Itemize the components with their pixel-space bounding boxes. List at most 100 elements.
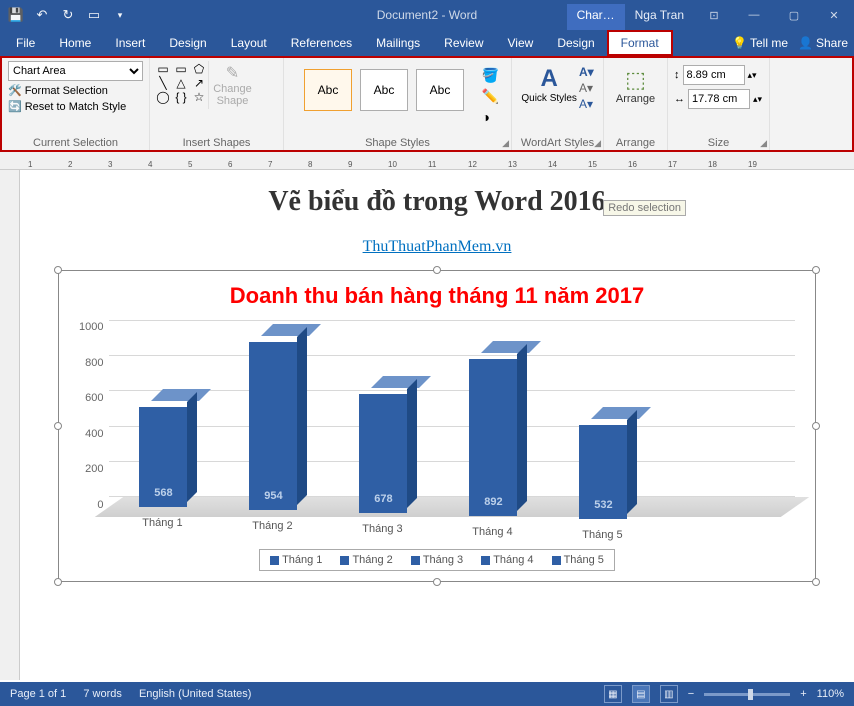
format-selection-icon: 🛠️ bbox=[8, 84, 22, 97]
tab-review[interactable]: Review bbox=[432, 30, 495, 56]
x-category-label: Tháng 2 bbox=[237, 520, 307, 532]
chart-element-selector[interactable]: Chart Area bbox=[8, 61, 143, 81]
chart-plot-area[interactable]: 02004006008001000 568Tháng 1954Tháng 267… bbox=[79, 321, 795, 531]
chart-title[interactable]: Doanh thu bán hàng tháng 11 năm 2017 bbox=[79, 283, 795, 309]
resize-handle[interactable] bbox=[54, 266, 62, 274]
change-shape-button: ✎ Change Shape bbox=[208, 61, 256, 109]
group-size: ↕▴▾ ↔▴▾ Size ◢ bbox=[668, 58, 770, 150]
read-mode-icon[interactable]: ▦ bbox=[604, 685, 622, 703]
touch-mode-icon[interactable]: ▭ bbox=[86, 7, 102, 23]
tab-mailings[interactable]: Mailings bbox=[364, 30, 432, 56]
group-wordart-styles: A Quick Styles A▾ A▾ A▾ WordArt Styles ◢ bbox=[512, 58, 604, 150]
resize-handle[interactable] bbox=[433, 578, 441, 586]
size-launcher-icon[interactable]: ◢ bbox=[760, 138, 767, 149]
language-indicator[interactable]: English (United States) bbox=[139, 688, 252, 700]
wordart-launcher-icon[interactable]: ◢ bbox=[594, 138, 601, 149]
format-selection-button[interactable]: 🛠️Format Selection bbox=[8, 84, 143, 97]
share-button[interactable]: 👤Share bbox=[798, 36, 848, 50]
undo-icon[interactable]: ↶ bbox=[34, 7, 50, 23]
group-label-size: Size bbox=[674, 135, 763, 150]
x-category-label: Tháng 5 bbox=[567, 529, 637, 541]
text-fill-icon[interactable]: A▾ bbox=[579, 65, 594, 79]
tab-references[interactable]: References bbox=[279, 30, 364, 56]
status-bar: Page 1 of 1 7 words English (United Stat… bbox=[0, 682, 854, 706]
page-indicator[interactable]: Page 1 of 1 bbox=[10, 688, 66, 700]
shape-effects-icon[interactable]: ◑ bbox=[482, 109, 499, 125]
save-icon[interactable]: 💾 bbox=[8, 7, 24, 23]
tab-home[interactable]: Home bbox=[47, 30, 103, 56]
shape-style-1[interactable]: Abc bbox=[304, 69, 352, 111]
chart-tools-context-tab[interactable]: Char… bbox=[567, 4, 625, 30]
resize-handle[interactable] bbox=[433, 266, 441, 274]
tab-format[interactable]: Format bbox=[607, 30, 673, 56]
width-input[interactable] bbox=[688, 89, 750, 109]
print-layout-icon[interactable]: ▤ bbox=[632, 685, 650, 703]
shape-styles-launcher-icon[interactable]: ◢ bbox=[502, 138, 509, 149]
tell-me-search[interactable]: 💡Tell me bbox=[732, 36, 788, 50]
height-icon: ↕ bbox=[674, 69, 680, 81]
word-count[interactable]: 7 words bbox=[83, 688, 122, 700]
group-label-current: Current Selection bbox=[8, 135, 143, 150]
horizontal-ruler[interactable]: 12345678910111213141516171819 bbox=[0, 152, 854, 170]
signed-in-user[interactable]: Nga Tran bbox=[625, 8, 694, 22]
ribbon-tabs: File Home Insert Design Layout Reference… bbox=[0, 30, 854, 56]
reset-match-style-button[interactable]: 🔄Reset to Match Style bbox=[8, 100, 143, 113]
resize-handle[interactable] bbox=[812, 266, 820, 274]
minimize-icon[interactable]: ― bbox=[734, 0, 774, 30]
x-category-label: Tháng 4 bbox=[457, 526, 527, 538]
legend-item[interactable]: Tháng 2 bbox=[340, 554, 392, 566]
close-icon[interactable]: ✕ bbox=[814, 0, 854, 30]
legend-item[interactable]: Tháng 3 bbox=[411, 554, 463, 566]
resize-handle[interactable] bbox=[54, 422, 62, 430]
arrange-button[interactable]: ⬚Arrange bbox=[610, 61, 661, 105]
text-effects-icon[interactable]: A▾ bbox=[579, 97, 594, 111]
tab-design[interactable]: Design bbox=[157, 30, 218, 56]
resize-handle[interactable] bbox=[54, 578, 62, 586]
legend-item[interactable]: Tháng 4 bbox=[481, 554, 533, 566]
height-input[interactable] bbox=[683, 65, 745, 85]
tab-file[interactable]: File bbox=[4, 30, 47, 56]
shape-fill-icon[interactable]: 🪣 bbox=[482, 67, 499, 84]
x-category-label: Tháng 1 bbox=[127, 517, 197, 529]
tab-layout[interactable]: Layout bbox=[219, 30, 279, 56]
group-shape-styles: Abc Abc Abc 🪣 ✏️ ◑ Shape Styles ◢ bbox=[284, 58, 512, 150]
quick-access-toolbar: 💾 ↶ ↻ ▭ ▾ bbox=[0, 7, 128, 23]
tab-view[interactable]: View bbox=[496, 30, 546, 56]
chart-legend[interactable]: Tháng 1 Tháng 2 Tháng 3 Tháng 4 Tháng 5 bbox=[259, 549, 615, 571]
group-label-shape-styles: Shape Styles bbox=[290, 135, 505, 150]
shape-gallery[interactable]: ▭▭⬠ ╲△↗ ◯{ }☆ bbox=[156, 61, 206, 109]
text-outline-icon[interactable]: A▾ bbox=[579, 81, 594, 95]
legend-item[interactable]: Tháng 1 bbox=[270, 554, 322, 566]
document-link[interactable]: ThuThuatPhanMem.vn bbox=[58, 238, 816, 256]
width-icon: ↔ bbox=[674, 93, 685, 105]
web-layout-icon[interactable]: ▥ bbox=[660, 685, 678, 703]
lightbulb-icon: 💡 bbox=[732, 36, 747, 50]
group-insert-shapes: ▭▭⬠ ╲△↗ ◯{ }☆ ✎ Change Shape Insert Shap… bbox=[150, 58, 284, 150]
document-heading: Vẽ biểu đồ trong Word 2016 bbox=[58, 186, 816, 218]
group-label-wordart: WordArt Styles bbox=[518, 135, 597, 150]
tab-chart-design[interactable]: Design bbox=[545, 30, 606, 56]
redo-icon[interactable]: ↻ bbox=[60, 7, 76, 23]
ribbon-display-icon[interactable]: ⊡ bbox=[694, 0, 734, 30]
quick-styles-button[interactable]: A bbox=[521, 65, 577, 93]
redo-tooltip: Redo selection bbox=[603, 200, 686, 216]
zoom-slider[interactable] bbox=[704, 693, 790, 696]
qat-dropdown-icon[interactable]: ▾ bbox=[112, 7, 128, 23]
shape-style-2[interactable]: Abc bbox=[360, 69, 408, 111]
reset-icon: 🔄 bbox=[8, 100, 22, 113]
zoom-out-icon[interactable]: − bbox=[688, 688, 694, 700]
chart-object[interactable]: Doanh thu bán hàng tháng 11 năm 2017 020… bbox=[58, 270, 816, 582]
shape-style-3[interactable]: Abc bbox=[416, 69, 464, 111]
tab-insert[interactable]: Insert bbox=[103, 30, 157, 56]
ribbon-format: Chart Area 🛠️Format Selection 🔄Reset to … bbox=[0, 56, 854, 152]
vertical-ruler[interactable] bbox=[0, 170, 20, 680]
zoom-level[interactable]: 110% bbox=[817, 688, 844, 700]
document-page[interactable]: Redo selection Vẽ biểu đồ trong Word 201… bbox=[20, 170, 854, 680]
legend-item[interactable]: Tháng 5 bbox=[552, 554, 604, 566]
maximize-icon[interactable]: ▢ bbox=[774, 0, 814, 30]
resize-handle[interactable] bbox=[812, 422, 820, 430]
zoom-in-icon[interactable]: + bbox=[800, 688, 806, 700]
group-current-selection: Chart Area 🛠️Format Selection 🔄Reset to … bbox=[2, 58, 150, 150]
shape-outline-icon[interactable]: ✏️ bbox=[482, 88, 499, 105]
resize-handle[interactable] bbox=[812, 578, 820, 586]
